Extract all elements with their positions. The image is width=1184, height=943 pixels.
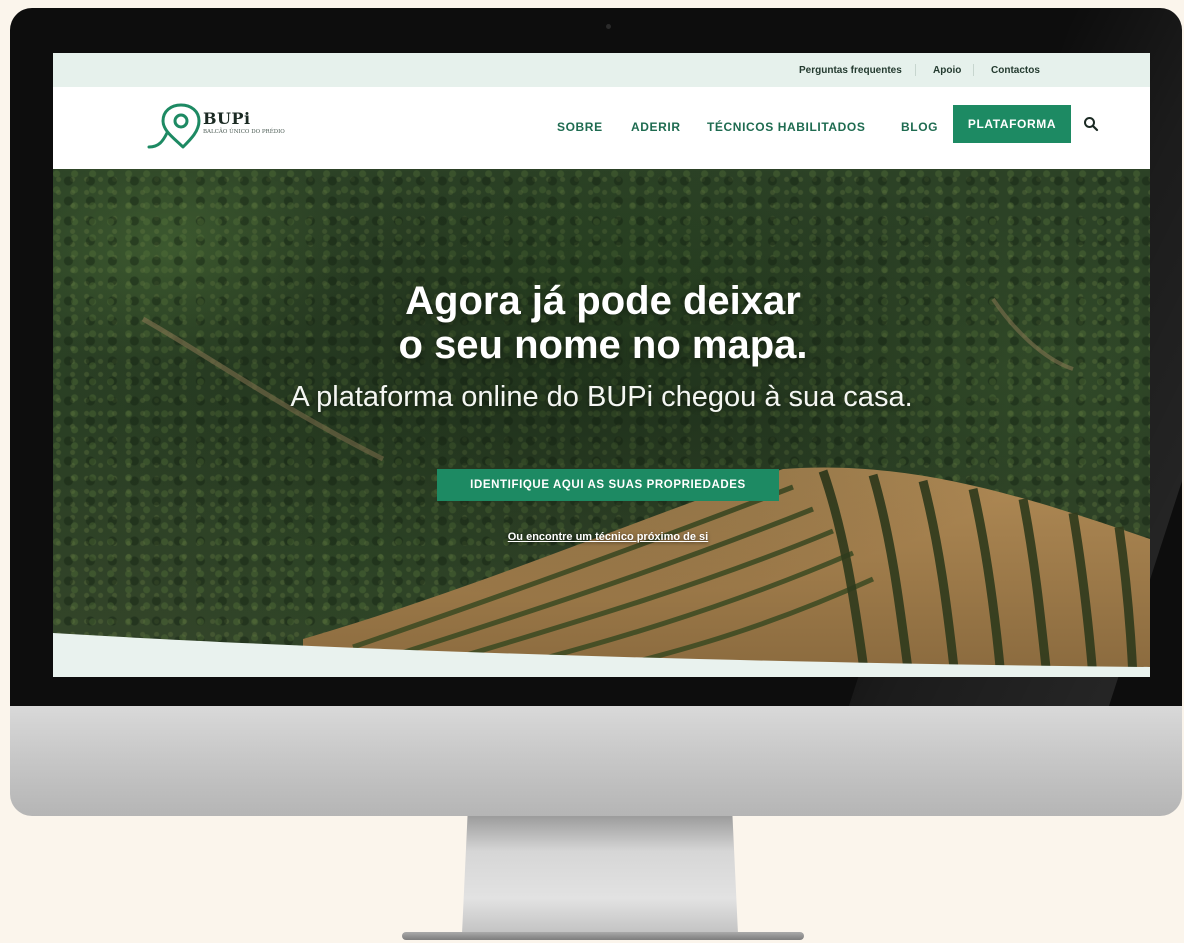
nav-aderir[interactable]: ADERIR: [631, 120, 681, 134]
website-screen: Perguntas frequentes Apoio Contactos BUP…: [53, 53, 1150, 677]
hero-heading: Agora já pode deixar o seu nome no mapa.: [143, 279, 1063, 367]
nav-sobre[interactable]: SOBRE: [557, 120, 603, 134]
hero-subtitle: A plataforma online do BUPi chegou à sua…: [290, 381, 913, 413]
hero-bottom-wave: [53, 633, 1150, 677]
hero-heading-line2: o seu nome no mapa.: [398, 323, 808, 367]
hero-heading-line1: Agora já pode deixar: [405, 279, 801, 323]
nav-tecnicos-habilitados[interactable]: TÉCNICOS HABILITADOS: [707, 120, 865, 134]
hero-shade: [53, 169, 1150, 677]
plataforma-button[interactable]: PLATAFORMA: [953, 105, 1071, 143]
contacts-link[interactable]: Contactos: [991, 65, 1040, 76]
faq-link[interactable]: Perguntas frequentes: [799, 65, 902, 76]
imac-stand: [462, 816, 738, 934]
camera-dot: [606, 24, 611, 29]
support-link[interactable]: Apoio: [933, 65, 961, 76]
hero-banner: Agora já pode deixar o seu nome no mapa.…: [53, 169, 1150, 677]
site-header: BUPi BALCÃO ÚNICO DO PRÉDIO SOBRE ADERIR…: [53, 87, 1150, 169]
utility-bar: Perguntas frequentes Apoio Contactos: [53, 53, 1150, 87]
divider: [915, 64, 916, 76]
imac-stand-base: [402, 932, 804, 940]
bupi-logo-pin-icon[interactable]: [145, 103, 205, 155]
logo-subtitle: BALCÃO ÚNICO DO PRÉDIO: [203, 129, 285, 135]
divider: [973, 64, 974, 76]
imac-chin: [10, 706, 1182, 816]
find-technician-link[interactable]: Ou encontre um técnico próximo de si: [437, 531, 779, 543]
nav-blog[interactable]: BLOG: [901, 120, 938, 134]
identify-properties-button[interactable]: IDENTIFIQUE AQUI AS SUAS PROPRIEDADES: [437, 469, 779, 501]
search-icon[interactable]: [1083, 116, 1099, 132]
logo-title[interactable]: BUPi: [203, 109, 251, 128]
